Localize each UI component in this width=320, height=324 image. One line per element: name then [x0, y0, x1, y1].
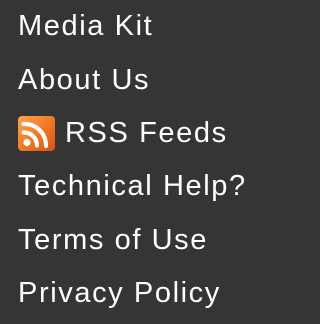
media-kit-label: Media Kit	[18, 9, 154, 42]
media-kit-link[interactable]: Media Kit	[18, 6, 153, 46]
technical-help-link[interactable]: Technical Help?	[18, 166, 247, 206]
technical-help-label: Technical Help?	[18, 169, 247, 202]
footer-link-menu: Media Kit About Us RSS Feeds Technical H…	[0, 0, 286, 324]
rss-feeds-link[interactable]: RSS Feeds	[18, 113, 228, 153]
rss-feeds-label: RSS Feeds	[65, 116, 228, 149]
rss-icon	[18, 115, 55, 151]
about-us-label: About Us	[18, 63, 151, 96]
about-us-link[interactable]: About Us	[18, 60, 150, 100]
privacy-policy-link[interactable]: Privacy Policy	[18, 273, 221, 313]
privacy-policy-label: Privacy Policy	[18, 276, 221, 309]
terms-of-use-link[interactable]: Terms of Use	[18, 220, 208, 260]
terms-of-use-label: Terms of Use	[18, 223, 209, 256]
